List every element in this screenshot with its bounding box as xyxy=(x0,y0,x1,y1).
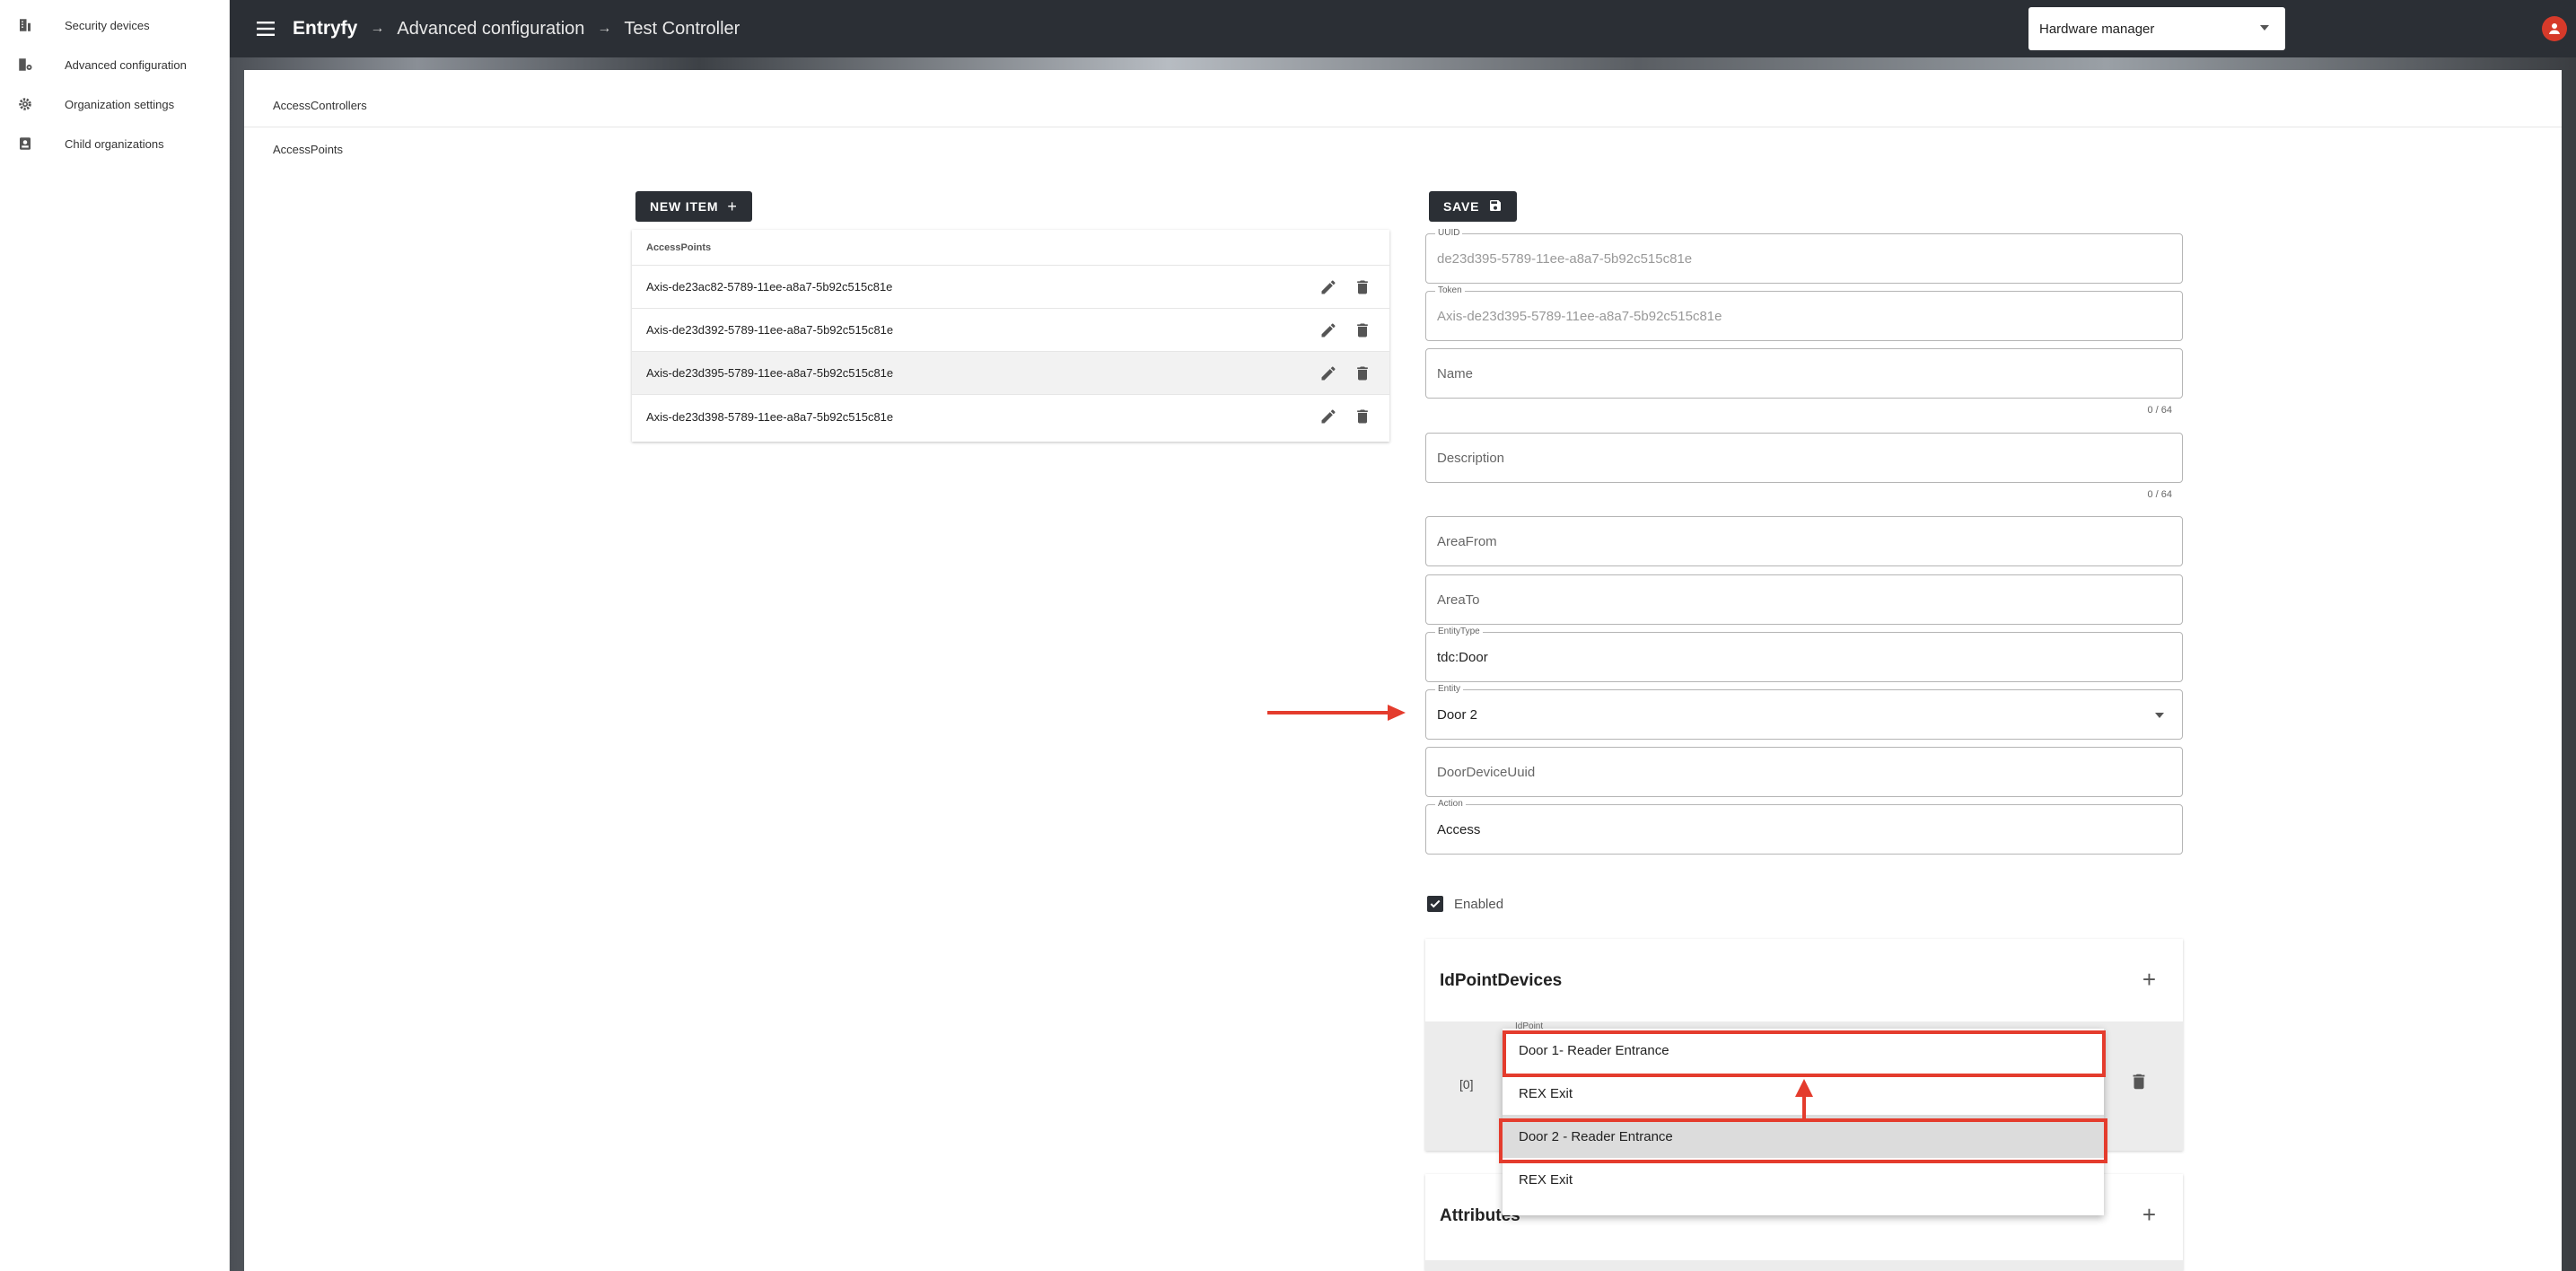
breadcrumb-advanced-configuration[interactable]: Advanced configuration xyxy=(397,19,584,39)
door-device-uuid-field[interactable]: DoorDeviceUuid xyxy=(1425,747,2183,797)
door-device-uuid-placeholder: DoorDeviceUuid xyxy=(1437,765,1536,780)
list-item-label: Axis-de23ac82-5789-11ee-a8a7-5b92c515c81… xyxy=(646,280,893,294)
trash-icon[interactable] xyxy=(1354,408,1371,428)
highlight-box-option-3 xyxy=(1499,1118,2107,1163)
list-header: AccessPoints xyxy=(632,230,1389,266)
badge-icon xyxy=(16,135,34,153)
entity-label: Entity xyxy=(1435,684,1464,694)
hardware-manager-value: Hardware manager xyxy=(2039,21,2155,37)
entity-type-field[interactable]: EntityType tdc:Door xyxy=(1425,627,2183,682)
area-to-field[interactable]: AreaTo xyxy=(1425,574,2183,625)
breadcrumb-brand[interactable]: Entryfy xyxy=(293,18,357,39)
trash-icon[interactable] xyxy=(2129,1072,2149,1096)
account-icon[interactable] xyxy=(2542,16,2567,41)
list-item-label: Axis-de23d398-5789-11ee-a8a7-5b92c515c81… xyxy=(646,409,894,424)
save-label: SAVE xyxy=(1443,199,1480,214)
list-item[interactable]: Axis-de23d392-5789-11ee-a8a7-5b92c515c81… xyxy=(632,309,1389,352)
access-points-list: AccessPoints Axis-de23ac82-5789-11ee-a8a… xyxy=(632,230,1389,442)
settings-building-icon xyxy=(16,56,34,74)
list-item[interactable]: Axis-de23d398-5789-11ee-a8a7-5b92c515c81… xyxy=(632,395,1389,438)
edit-icon[interactable] xyxy=(1319,408,1337,428)
gear-icon xyxy=(16,95,34,113)
dropdown-option-label: REX Exit xyxy=(1519,1085,1573,1101)
arrow-right-icon: → xyxy=(597,21,612,36)
description-placeholder: Description xyxy=(1437,451,1505,466)
add-icon[interactable]: + xyxy=(2142,966,2156,994)
uuid-field[interactable]: UUID de23d395-5789-11ee-a8a7-5b92c515c81… xyxy=(1425,228,2183,284)
hardware-manager-select[interactable]: Hardware manager xyxy=(2028,7,2285,50)
trash-icon[interactable] xyxy=(1354,321,1371,342)
tab-access-points-label: AccessPoints xyxy=(273,142,344,156)
enabled-checkbox[interactable]: Enabled xyxy=(1427,896,1503,912)
annotation-arrow-up xyxy=(1795,1079,1813,1120)
entity-value: Door 2 xyxy=(1437,707,1478,723)
row-index: [0] xyxy=(1459,1077,1474,1091)
token-label: Token xyxy=(1435,285,1465,295)
annotation-arrow-right xyxy=(1267,705,1406,721)
left-nav: Security devices Advanced configuration … xyxy=(0,0,230,1271)
edit-icon[interactable] xyxy=(1319,364,1337,385)
nav-label: Organization settings xyxy=(65,97,175,111)
action-field[interactable]: Action Access xyxy=(1425,799,2183,855)
list-item-label: Axis-de23d395-5789-11ee-a8a7-5b92c515c81… xyxy=(646,366,894,380)
entity-type-value: tdc:Door xyxy=(1437,650,1488,665)
token-field[interactable]: Token Axis-de23d395-5789-11ee-a8a7-5b92c… xyxy=(1425,285,2183,341)
trash-icon[interactable] xyxy=(1354,364,1371,385)
area-to-placeholder: AreaTo xyxy=(1437,592,1480,608)
plus-icon: + xyxy=(727,197,738,215)
action-value: Access xyxy=(1437,822,1481,837)
arrow-right-icon: → xyxy=(370,21,385,36)
trash-icon[interactable] xyxy=(1354,278,1371,299)
nav-label: Security devices xyxy=(65,18,150,32)
save-icon xyxy=(1488,198,1503,215)
name-counter: 0 / 64 xyxy=(2147,405,2172,416)
name-field[interactable]: Name xyxy=(1425,348,2183,399)
area-from-placeholder: AreaFrom xyxy=(1437,534,1497,549)
area-from-field[interactable]: AreaFrom xyxy=(1425,516,2183,566)
list-item-label: Axis-de23d392-5789-11ee-a8a7-5b92c515c81… xyxy=(646,323,894,337)
checkbox-checked-icon xyxy=(1427,896,1443,912)
tab-access-controllers-label: AccessControllers xyxy=(273,99,367,112)
nav-item-advanced-configuration[interactable]: Advanced configuration xyxy=(0,45,229,84)
description-field[interactable]: Description xyxy=(1425,433,2183,483)
menu-icon[interactable] xyxy=(239,0,293,57)
breadcrumb-current: Test Controller xyxy=(624,18,740,39)
list-item-selected[interactable]: Axis-de23d395-5789-11ee-a8a7-5b92c515c81… xyxy=(632,352,1389,395)
token-value: Axis-de23d395-5789-11ee-a8a7-5b92c515c81… xyxy=(1437,309,1722,324)
edit-icon[interactable] xyxy=(1319,321,1337,342)
nav-label: Child organizations xyxy=(65,136,164,151)
tab-access-controllers[interactable]: AccessControllers xyxy=(244,84,2562,127)
nav-item-organization-settings[interactable]: Organization settings xyxy=(0,84,229,124)
enabled-label: Enabled xyxy=(1454,896,1504,912)
entity-type-label: EntityType xyxy=(1435,627,1483,636)
dropdown-option[interactable]: REX Exit xyxy=(1503,1158,2104,1201)
new-item-label: NEW ITEM xyxy=(650,199,719,214)
list-item[interactable]: Axis-de23ac82-5789-11ee-a8a7-5b92c515c81… xyxy=(632,266,1389,309)
description-counter: 0 / 64 xyxy=(2147,489,2172,500)
uuid-label: UUID xyxy=(1435,228,1463,238)
tab-access-points[interactable]: AccessPoints xyxy=(244,127,2562,171)
action-label: Action xyxy=(1435,799,1466,809)
name-placeholder: Name xyxy=(1437,366,1474,381)
nav-item-security-devices[interactable]: Security devices xyxy=(0,5,229,45)
building-icon xyxy=(16,16,34,34)
nav-label: Advanced configuration xyxy=(65,57,187,72)
dropdown-option-label: REX Exit xyxy=(1519,1171,1573,1188)
add-icon[interactable]: + xyxy=(2142,1201,2156,1229)
id-point-devices-title: IdPointDevices xyxy=(1440,971,1563,990)
attributes-row xyxy=(1425,1260,2183,1271)
highlight-box-option-1 xyxy=(1503,1030,2106,1077)
new-item-button[interactable]: NEW ITEM + xyxy=(635,191,752,222)
chevron-down-icon xyxy=(2155,713,2164,718)
save-button[interactable]: SAVE xyxy=(1429,191,1518,222)
chevron-down-icon xyxy=(2260,25,2269,31)
breadcrumb: Entryfy → Advanced configuration → Test … xyxy=(293,18,740,39)
nav-item-child-organizations[interactable]: Child organizations xyxy=(0,124,229,163)
uuid-value: de23d395-5789-11ee-a8a7-5b92c515c81e xyxy=(1437,251,1693,267)
edit-icon[interactable] xyxy=(1319,278,1337,299)
main-panel: AccessControllers AccessPoints xyxy=(244,70,2562,1271)
entity-select[interactable]: Entity Door 2 xyxy=(1425,684,2183,740)
